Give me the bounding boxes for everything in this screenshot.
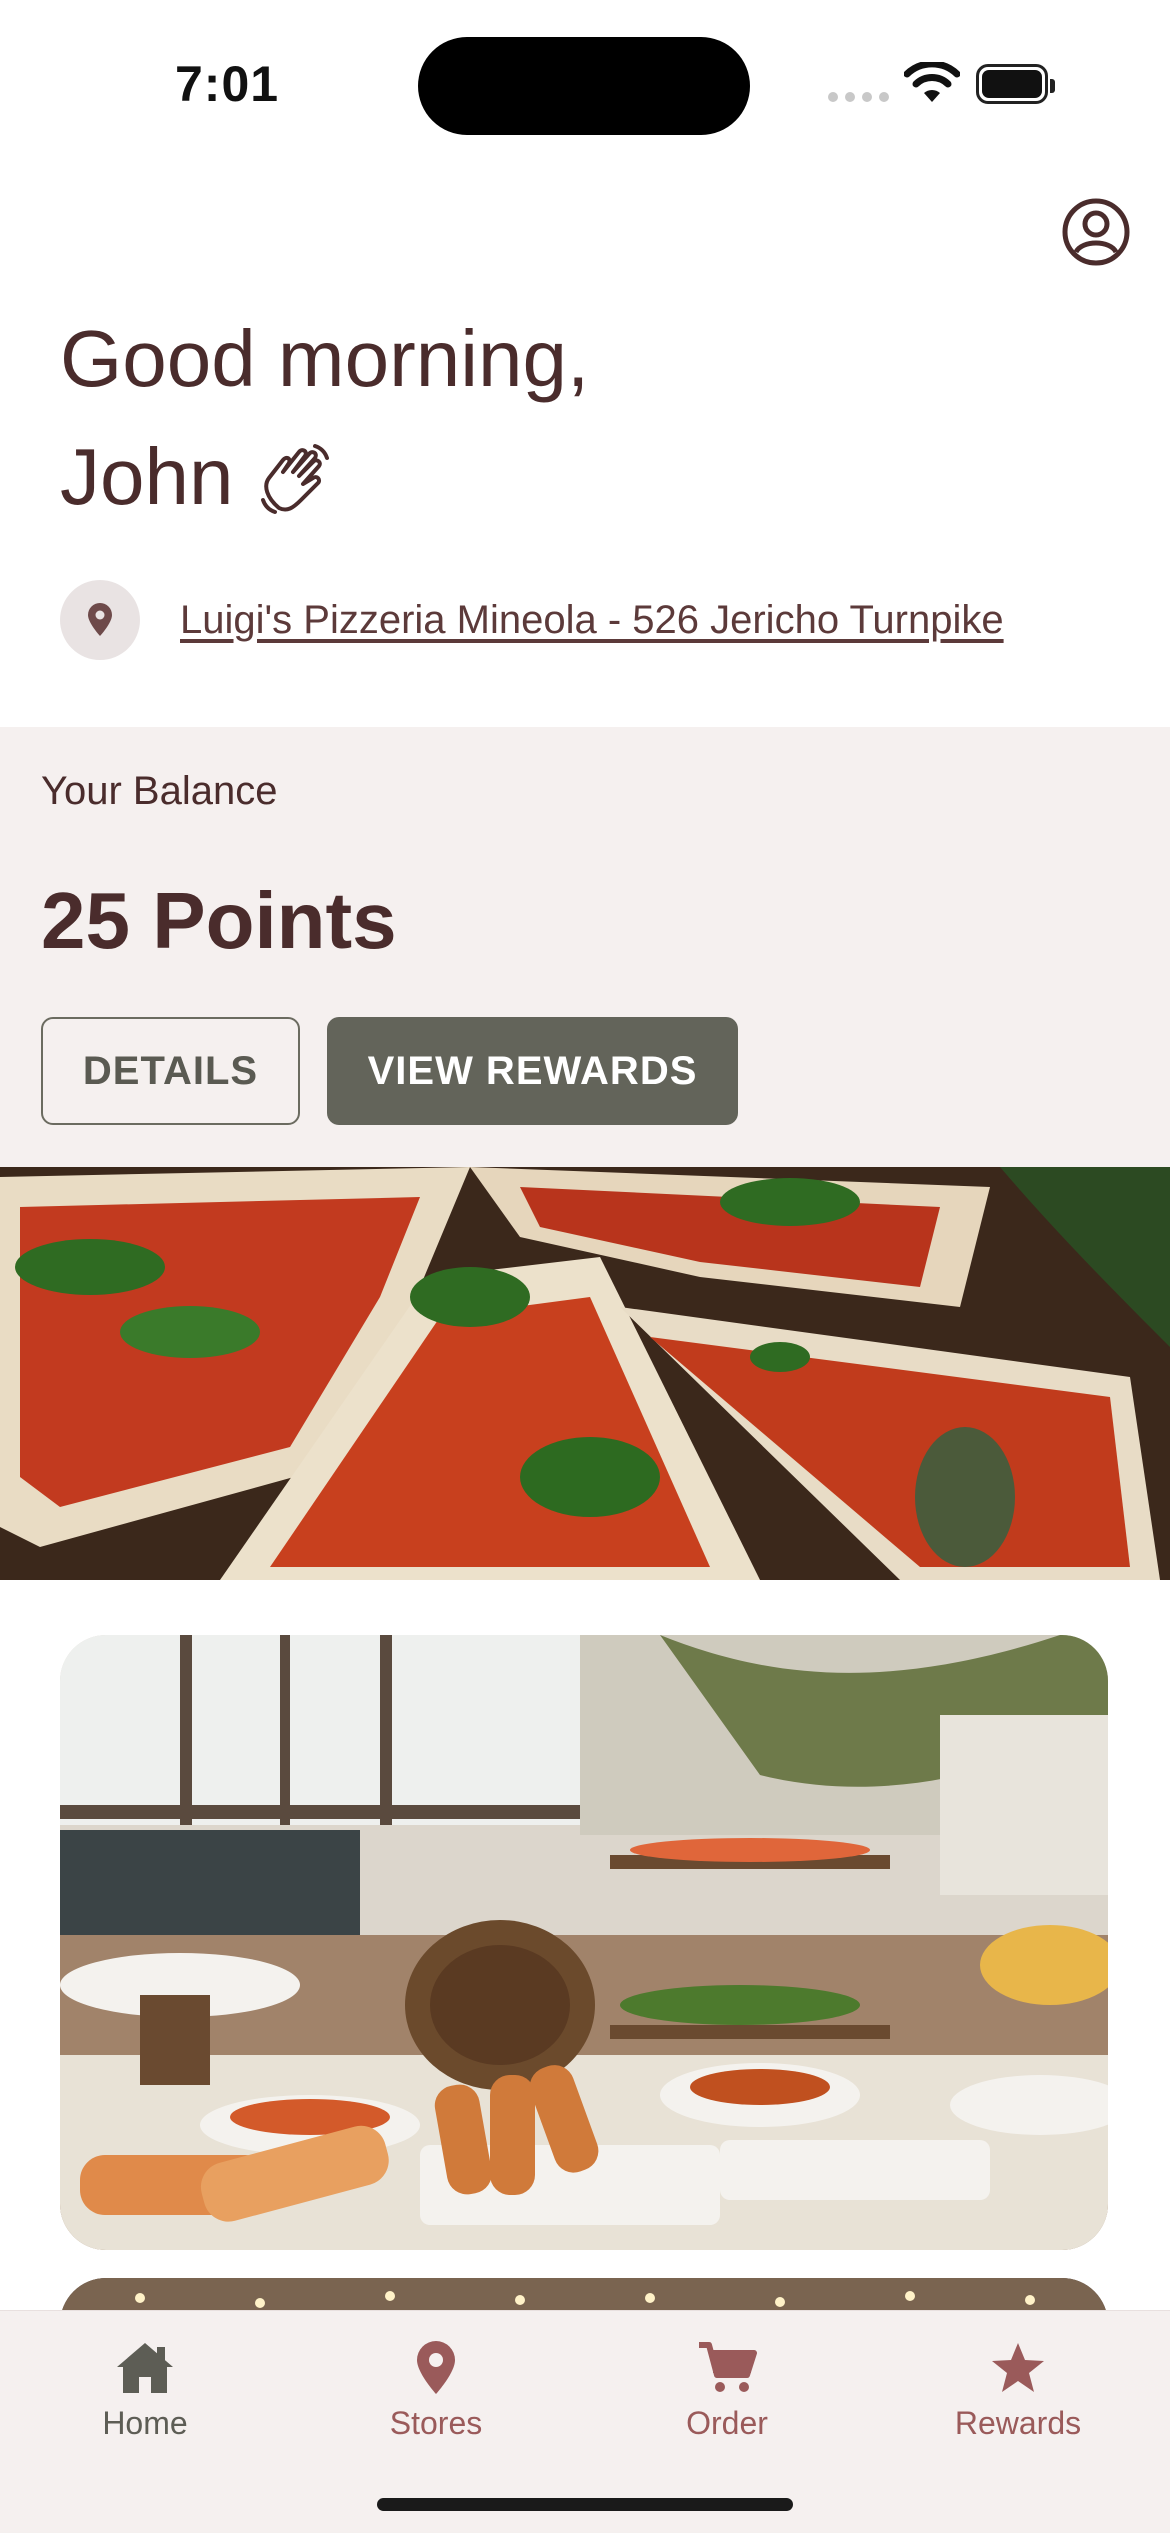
tab-rewards-label: Rewards: [954, 2405, 1082, 2441]
store-name-link[interactable]: Luigi's Pizzeria Mineola - 526 Jericho T…: [180, 598, 1004, 643]
status-bar: 7:01: [0, 0, 1170, 170]
map-pin-icon: [88, 603, 112, 636]
view-rewards-button[interactable]: VIEW REWARDS: [327, 1017, 738, 1125]
user-name: John: [60, 432, 234, 521]
tab-rewards[interactable]: Rewards: [918, 2341, 1118, 2442]
tab-home-label: Home: [102, 2405, 188, 2441]
waving-hand-icon: [261, 444, 330, 514]
store-selector[interactable]: Luigi's Pizzeria Mineola - 526 Jericho T…: [60, 580, 1004, 660]
star-icon: [992, 2343, 1044, 2392]
map-pin-icon: [417, 2341, 455, 2394]
wifi-icon: [904, 62, 960, 102]
home-indicator[interactable]: [377, 2498, 793, 2511]
tab-order[interactable]: Order: [627, 2341, 827, 2442]
tab-stores-label: Stores: [389, 2405, 483, 2441]
cellular-signal-icon: [828, 92, 889, 102]
battery-icon: [976, 64, 1055, 104]
tab-stores[interactable]: Stores: [336, 2341, 536, 2442]
cart-icon: [699, 2342, 757, 2392]
tab-home[interactable]: Home: [45, 2341, 245, 2442]
home-icon: [117, 2343, 173, 2393]
restaurant-buffet-card[interactable]: [60, 1635, 1108, 2250]
balance-label: Your Balance: [41, 769, 278, 813]
points-value: 25 Points: [41, 876, 397, 965]
details-button[interactable]: DETAILS: [41, 1017, 300, 1125]
tab-order-label: Order: [686, 2405, 768, 2441]
greeting-line: Good morning,: [60, 314, 590, 403]
pizza-hero-image[interactable]: [0, 1167, 1170, 1580]
profile-icon[interactable]: [1060, 196, 1132, 268]
store-pin-badge: [60, 580, 140, 660]
balance-section: Your Balance 25 Points DETAILS VIEW REWA…: [0, 727, 1170, 1167]
status-time: 7:01: [175, 56, 280, 112]
greeting: Good morning, John: [60, 300, 589, 536]
dynamic-island: [418, 37, 750, 135]
